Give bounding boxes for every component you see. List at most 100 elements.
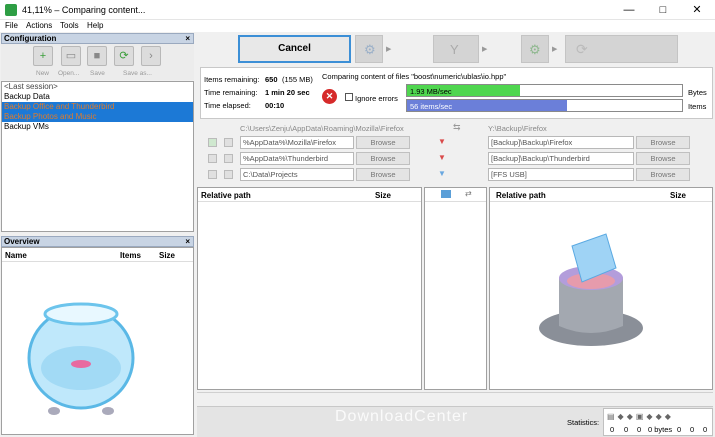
- folder-pair-options-icon[interactable]: [208, 170, 217, 179]
- open-label: Open...: [58, 70, 80, 77]
- right-file-grid[interactable]: Relative path Size: [489, 187, 713, 390]
- left-folder-input[interactable]: %AppData%\Thunderbird: [240, 152, 354, 165]
- menu-file[interactable]: File: [5, 21, 18, 30]
- items-label: Items: [688, 102, 707, 111]
- compare-view-icon[interactable]: [441, 190, 451, 198]
- cancel-button[interactable]: Cancel: [238, 35, 351, 63]
- list-item[interactable]: Backup VMs: [2, 122, 193, 132]
- fishbowl-illustration: [27, 302, 135, 415]
- add-folder-pair-icon[interactable]: [208, 138, 217, 147]
- configuration-list[interactable]: <Last session> Backup Data Backup Office…: [1, 81, 194, 232]
- left-file-grid[interactable]: Relative path Size: [197, 187, 422, 390]
- list-item-selected[interactable]: Backup Photos and Music: [2, 112, 193, 122]
- time-remaining-value: 1 min 20 sec: [265, 88, 310, 97]
- save-label: Save: [90, 70, 105, 77]
- remove-folder-pair-icon[interactable]: [224, 170, 233, 179]
- chevron-right-icon[interactable]: ▶: [552, 45, 557, 53]
- menu-tools[interactable]: Tools: [60, 21, 79, 30]
- list-item[interactable]: Backup Data: [2, 92, 193, 102]
- statistics-panel: ▤◆◆▣◆◆◆ 0 0 0 0 bytes 0 0 0: [603, 408, 713, 436]
- close-icon[interactable]: ×: [185, 34, 190, 44]
- right-folder-input[interactable]: [FFS USB]: [488, 168, 634, 181]
- ignore-errors-checkbox[interactable]: [345, 93, 353, 101]
- left-root-path: C:\Users\Zenju\AppData\Roaming\Mozilla\F…: [240, 124, 404, 133]
- save-icon[interactable]: ■: [87, 46, 107, 66]
- save-as-label: Save as...: [123, 70, 152, 77]
- maximize-button[interactable]: □: [646, 0, 680, 20]
- remove-folder-pair-icon[interactable]: [224, 154, 233, 163]
- bytes-rate: 1.93 MB/sec: [410, 87, 452, 96]
- app-logo-icon: [5, 4, 17, 16]
- right-folder-input[interactable]: [Backup]\Backup\Firefox: [488, 136, 634, 149]
- new-icon[interactable]: +: [33, 46, 53, 66]
- filter-icon: Y: [450, 42, 459, 57]
- filter-icon[interactable]: ▼: [438, 153, 446, 162]
- gear-icon: ⚙: [529, 42, 541, 57]
- stat-bytes: 0 bytes: [648, 425, 673, 434]
- left-folder-input[interactable]: %AppData%\Mozilla\Firefox: [240, 136, 354, 149]
- sync-icon: ⟳: [576, 41, 588, 57]
- time-remaining-label: Time remaining:: [204, 88, 258, 97]
- status-text: Comparing content of files "boost\numeri…: [322, 72, 507, 81]
- stat-count: 0: [610, 425, 615, 434]
- column-size[interactable]: Size: [375, 191, 391, 200]
- error-icon: ✕: [322, 89, 337, 104]
- chevron-right-icon[interactable]: ▶: [482, 45, 487, 53]
- list-item-selected[interactable]: Backup Office and Thunderbird: [2, 102, 193, 112]
- grid-status-bar: [197, 392, 713, 404]
- filter-icon[interactable]: ▼: [438, 137, 446, 146]
- synchronize-button[interactable]: ⟳: [565, 35, 678, 63]
- filter-icon[interactable]: ▼: [438, 169, 446, 178]
- left-folder-input[interactable]: C:\Data\Projects: [240, 168, 354, 181]
- column-size[interactable]: Size: [670, 191, 686, 200]
- minimize-button[interactable]: —: [612, 0, 646, 20]
- remove-folder-pair-icon[interactable]: [224, 138, 233, 147]
- open-icon[interactable]: ▭: [61, 46, 81, 66]
- column-items[interactable]: Items: [120, 251, 141, 260]
- refresh-icon[interactable]: ⟳: [114, 46, 134, 66]
- browse-button[interactable]: Browse: [636, 136, 690, 149]
- window-title: 41,11% – Comparing content...: [22, 5, 146, 15]
- stat-count: 0: [677, 425, 682, 434]
- column-name[interactable]: Name: [5, 251, 27, 260]
- config-toolbar: + ▭ ■ ⟳ › New Open... Save Save as...: [1, 44, 194, 80]
- right-folder-input[interactable]: [Backup]\Backup\Thunderbird: [488, 152, 634, 165]
- menu-help[interactable]: Help: [87, 21, 103, 30]
- items-remaining-size: (155 MB): [282, 75, 313, 84]
- watermark: DownloadCenter: [335, 408, 469, 425]
- configuration-header: Configuration ×: [1, 33, 194, 44]
- sync-view-icon[interactable]: ⇄: [465, 189, 472, 198]
- overview-panel: Name Items Size: [1, 247, 194, 435]
- chevron-right-icon[interactable]: ▶: [386, 45, 391, 53]
- gear-icon: ⚙: [364, 42, 376, 57]
- menu-actions[interactable]: Actions: [26, 21, 52, 30]
- magic-hat-illustration: [539, 233, 643, 346]
- folder-pair-options-icon[interactable]: [208, 154, 217, 163]
- column-relative-path[interactable]: Relative path: [496, 191, 546, 200]
- list-item[interactable]: <Last session>: [2, 82, 193, 92]
- time-elapsed-value: 00:10: [265, 101, 285, 110]
- stat-count: 0: [690, 425, 695, 434]
- browse-button[interactable]: Browse: [356, 152, 410, 165]
- save-as-icon[interactable]: ›: [141, 46, 161, 66]
- browse-button[interactable]: Browse: [636, 168, 690, 181]
- close-window-button[interactable]: ✕: [680, 0, 714, 20]
- filter-button[interactable]: Y: [433, 35, 479, 63]
- column-relative-path[interactable]: Relative path: [201, 191, 251, 200]
- statistics-label: Statistics:: [567, 418, 600, 427]
- items-rate: 56 items/sec: [410, 102, 453, 111]
- middle-action-grid[interactable]: ⇄: [424, 187, 487, 390]
- compare-settings-button[interactable]: ⚙: [355, 35, 383, 63]
- swap-sides-icon[interactable]: ⇆: [453, 122, 461, 133]
- sync-settings-button[interactable]: ⚙: [521, 35, 549, 63]
- new-label: New: [36, 70, 50, 77]
- items-remaining-value: 650: [265, 75, 278, 84]
- statistics-icons: ▤◆◆▣◆◆◆: [607, 412, 674, 421]
- browse-button[interactable]: Browse: [356, 136, 410, 149]
- column-size[interactable]: Size: [159, 251, 175, 260]
- browse-button[interactable]: Browse: [636, 152, 690, 165]
- browse-button[interactable]: Browse: [356, 168, 410, 181]
- ignore-errors-label: Ignore errors: [355, 94, 398, 103]
- bytes-label: Bytes: [688, 88, 707, 97]
- close-icon[interactable]: ×: [185, 237, 190, 247]
